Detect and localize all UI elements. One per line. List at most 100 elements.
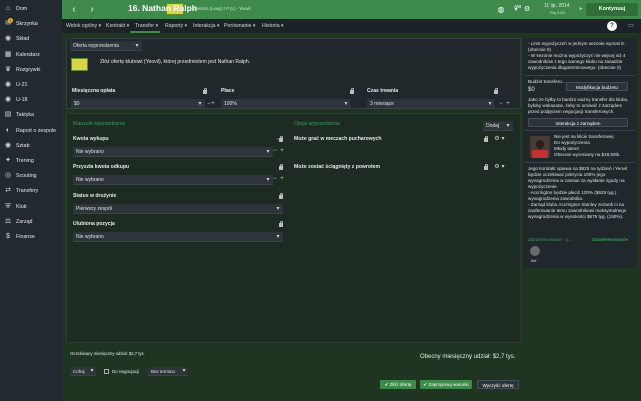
- tab-kontrakt[interactable]: Kontrakt ▾: [106, 22, 129, 30]
- u18-icon: ◉: [4, 96, 12, 104]
- interest-tab[interactable]: Zainteresowanie - p...: [528, 237, 572, 243]
- globe-icon[interactable]: ◍: [494, 3, 508, 17]
- u21-icon: ◉: [4, 81, 12, 88]
- wages-input[interactable]: 100% ▾: [221, 99, 351, 109]
- clause-select[interactable]: Nie wybrano ▾: [73, 175, 273, 185]
- propose-offer-button[interactable]: ✔ Złóż ofertę: [380, 380, 416, 389]
- help-icon[interactable]: ?: [607, 21, 617, 31]
- continue-button[interactable]: Kontynuuj: [586, 3, 638, 16]
- interest-tab-active[interactable]: Zainteresowanie: [592, 237, 628, 243]
- tab-historia[interactable]: Historia ▾: [262, 22, 284, 30]
- sidebar-item-klub[interactable]: ⛨ Klub: [0, 200, 62, 214]
- sidebar-item-u-18[interactable]: ◉ U-18: [0, 93, 62, 107]
- sidebar: ⌂ Dom ✉ Skrzynka 3 ◉ Skład ▦ Kalendarz ♛ Rozgrywki…: [0, 0, 62, 401]
- lock-icon[interactable]: [203, 88, 207, 94]
- tab-widok-ogólny[interactable]: Widok ogólny ▾: [66, 22, 101, 30]
- options-icon[interactable]: ⋯: [275, 136, 283, 144]
- board-icon: ⚖: [4, 217, 12, 225]
- duration-select[interactable]: 3 miesiące ▾: [367, 99, 495, 109]
- clause-select[interactable]: Pierwszy zespół ▾: [73, 204, 283, 214]
- sidebar-item-transfery[interactable]: ⇄ Transfery: [0, 184, 62, 198]
- home-icon: ⌂: [5, 5, 11, 12]
- tab-label: Raporty: [165, 23, 184, 29]
- monthly-fee-input[interactable]: $0 ▾: [71, 99, 205, 109]
- tab-label: Transfer: [135, 23, 155, 29]
- increase-icon[interactable]: +: [504, 100, 512, 108]
- tab-label: Kontrakt: [106, 23, 126, 29]
- back-arrow-icon[interactable]: ‹: [67, 3, 81, 17]
- withdraw-select[interactable]: Cofnij ▾: [70, 367, 96, 376]
- calendar-arrow-icon[interactable]: ▸: [577, 5, 585, 13]
- player-status: Nie jest na liście transferowej Do wypoż…: [554, 134, 621, 157]
- transfers-icon: ⇄: [5, 187, 11, 195]
- sidebar-item-scouting[interactable]: ◎ Scouting: [0, 169, 62, 183]
- tab-label: Historia: [262, 23, 280, 29]
- clause-label: Przyszła kwota odkupu: [73, 164, 130, 170]
- increase-icon[interactable]: +: [278, 175, 286, 183]
- tab-porównanie[interactable]: Porównanie ▾: [224, 22, 255, 30]
- finance-icon: $: [6, 233, 10, 240]
- interest-player-name: Inti: [531, 258, 537, 263]
- sidebar-item-raport-o-zespole[interactable]: ◐ Raport o zespole: [0, 124, 62, 138]
- sidebar-item-zarząd[interactable]: ⚖ Zarząd: [0, 215, 62, 229]
- notification-badge: 3: [8, 18, 13, 24]
- clause-label: Status w drużynie: [73, 193, 117, 199]
- lock-icon[interactable]: [494, 88, 498, 94]
- sidebar-item-kalendarz[interactable]: ▦ Kalendarz: [0, 48, 62, 62]
- forward-arrow-icon[interactable]: ›: [85, 3, 99, 17]
- suggest-terms-button[interactable]: ✔ Zaproponuj warunki: [420, 380, 472, 389]
- calendar-icon: ▦: [4, 50, 12, 58]
- minimize-icon[interactable]: ▭: [627, 22, 635, 30]
- chevron-down-icon: ▾: [279, 23, 284, 29]
- deadline-select[interactable]: Bez terminu ▾: [148, 367, 188, 376]
- lock-icon[interactable]: [279, 221, 283, 227]
- clause-select[interactable]: Nie wybrano ▾: [73, 147, 273, 157]
- sidebar-item-label: Rozgrywki: [16, 66, 41, 73]
- player-subtitle: Obrońca (Lewy) / P (L) - Yeovil: [192, 6, 251, 11]
- chevron-down-icon: ▾: [154, 23, 159, 29]
- sidebar-item-sztab[interactable]: ◉ Sztab: [0, 139, 62, 153]
- modify-budget-button[interactable]: Modyfikacja budżetu: [566, 82, 628, 91]
- lock-icon[interactable]: [279, 164, 283, 170]
- tab-transfer[interactable]: Transfer ▾: [135, 22, 158, 30]
- sidebar-item-taktyka[interactable]: ▤ Taktyka: [0, 108, 62, 122]
- increase-icon[interactable]: +: [278, 147, 286, 155]
- add-clause-select[interactable]: Dodaj ▾: [483, 121, 513, 131]
- clause-select[interactable]: Nie wybrano ▾: [73, 232, 283, 242]
- chevron-down-icon[interactable]: ▾: [500, 163, 506, 171]
- chevron-down-icon[interactable]: ▾: [500, 135, 506, 143]
- negotiable-label: Do negocjacji: [112, 369, 140, 374]
- budget-value: $0: [528, 87, 535, 93]
- loan-rules-text: - Limit wypożyczeń w jednym sezonie wyno…: [528, 41, 626, 70]
- sidebar-item-dom[interactable]: ⌂ Dom: [0, 2, 62, 16]
- wages-label: Płace: [221, 88, 235, 94]
- chevron-down-icon: ▾: [488, 101, 492, 107]
- account-badge[interactable]: AM: [514, 3, 521, 10]
- clauses-title: Klauzule wyprzedzenia: [73, 121, 126, 127]
- board-interaction-button[interactable]: Interakcja z zarządem: [528, 118, 628, 127]
- current-wage-big: Obecny miesięczny udział: $2,7 tys.: [420, 354, 516, 360]
- sidebar-item-u-21[interactable]: ◉ U-21: [0, 78, 62, 92]
- settings-icon[interactable]: ⚙: [520, 3, 534, 17]
- negotiable-checkbox[interactable]: [104, 369, 109, 374]
- sidebar-item-rozgrywki[interactable]: ♛ Rozgrywki: [0, 63, 62, 77]
- sidebar-item-skład[interactable]: ◉ Skład: [0, 32, 62, 46]
- sidebar-item-label: U-21: [16, 82, 28, 88]
- sidebar-item-skrzynka[interactable]: ✉ Skrzynka 3: [0, 17, 62, 31]
- chevron-down-icon: ▾: [506, 123, 510, 129]
- lock-icon[interactable]: [484, 136, 488, 142]
- clear-offer-button[interactable]: Wyczyść ofertę: [477, 380, 519, 389]
- lock-icon[interactable]: [279, 193, 283, 199]
- tab-interakcja[interactable]: Interakcja ▾: [193, 22, 220, 30]
- squad-icon: ◉: [4, 35, 12, 43]
- lock-icon[interactable]: [484, 164, 488, 170]
- offer-type-select[interactable]: Oferta wyprzedzenia ▾: [70, 41, 142, 51]
- increase-icon[interactable]: +: [209, 100, 217, 108]
- sidebar-item-finanse[interactable]: $ Finanse: [0, 230, 62, 244]
- clause-label: Kwota wykupu: [73, 136, 109, 142]
- sidebar-item-label: Transfery: [16, 188, 39, 195]
- sidebar-item-trening[interactable]: ✦ Trening: [0, 154, 62, 168]
- lock-icon[interactable]: [350, 88, 354, 94]
- options-title: Opcje wyprzedzenia: [294, 121, 340, 127]
- tab-raporty[interactable]: Raporty ▾: [165, 22, 187, 30]
